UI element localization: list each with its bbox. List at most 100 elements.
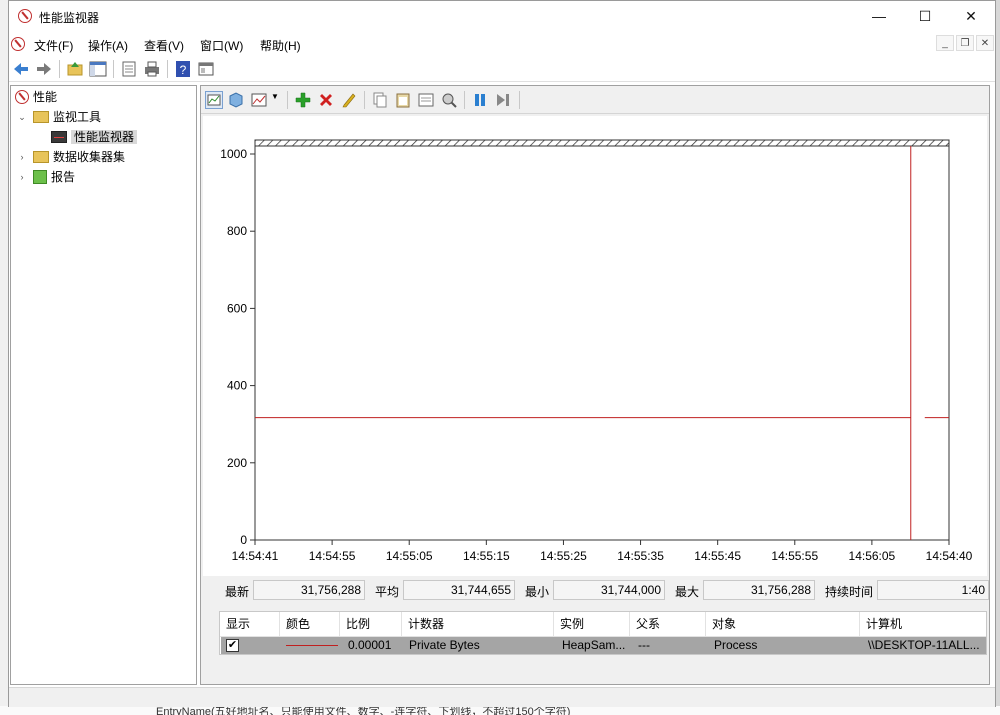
mdi-minimize-button[interactable]: _ [936, 35, 954, 51]
toolbar-separator [113, 60, 114, 78]
x-tick-label: 14:55:25 [540, 549, 587, 563]
properties-icon[interactable] [418, 92, 434, 108]
background-window-bottom: EntryName(五好地址名、只能使用文件、数字、-连字符、下划线，不超过15… [0, 706, 1000, 715]
menu-window[interactable]: 窗口(W) [200, 37, 243, 54]
tree-item-performance-monitor[interactable]: 性能监视器 [51, 128, 138, 146]
performance-icon [15, 90, 29, 104]
line-chart: 1000 800 600 400 200 0 14:54:41 14:54:55 14:55:0… [220, 139, 973, 563]
highlight-pen-icon[interactable] [341, 92, 357, 108]
mdi-restore-button[interactable]: ❐ [956, 35, 974, 51]
chevron-right-icon[interactable]: › [17, 148, 27, 166]
zoom-icon[interactable] [441, 92, 457, 108]
performance-monitor-window: 性能监视器 — ☐ ✕ 文件(F) 操作(A) 查看(V) 窗口(W) 帮助(H… [8, 0, 996, 707]
maximize-button[interactable]: ☐ [902, 1, 948, 31]
performance-monitor-toolbar: ▼ [201, 86, 989, 114]
toolbar-separator [287, 91, 288, 109]
folder-icon [33, 111, 49, 123]
help-icon[interactable]: ? [174, 60, 192, 78]
tree-item-label: 监视工具 [53, 110, 102, 124]
tree-root-performance[interactable]: 性能 [15, 88, 57, 106]
tree-item-monitoring-tools[interactable]: ⌄ 监视工具 [15, 108, 101, 126]
column-header-scale[interactable]: 比例 [340, 612, 402, 636]
title-bar: 性能监视器 — ☐ ✕ [9, 1, 995, 32]
menu-view[interactable]: 查看(V) [144, 37, 184, 54]
mdi-child-icon[interactable] [11, 37, 25, 51]
forward-arrow-icon[interactable] [35, 60, 53, 78]
minimize-button[interactable]: — [856, 1, 902, 31]
performance-monitor-icon [51, 131, 67, 143]
column-header-computer[interactable]: 计算机 [860, 612, 986, 636]
column-header-object[interactable]: 对象 [706, 612, 860, 636]
column-header-color[interactable]: 颜色 [280, 612, 340, 636]
y-tick-label: 800 [227, 224, 247, 238]
update-data-icon[interactable] [495, 92, 511, 108]
cell-parent: --- [638, 638, 650, 652]
freeze-display-icon[interactable] [472, 92, 488, 108]
toolbar-separator [464, 91, 465, 109]
add-counter-icon[interactable] [295, 92, 311, 108]
print-icon[interactable] [143, 60, 161, 78]
report-icon [33, 170, 47, 184]
view-current-activity-icon[interactable] [205, 91, 223, 109]
show-checkbox[interactable]: ✔ [226, 639, 239, 652]
counter-color-swatch [286, 645, 338, 646]
tree-root-label: 性能 [33, 90, 58, 104]
chart-top-band [254, 139, 950, 147]
stat-last-value: 31,756,288 [253, 580, 365, 600]
mdi-close-button[interactable]: ✕ [976, 35, 994, 51]
column-header-counter[interactable]: 计数器 [402, 612, 554, 636]
stat-min-value: 31,744,000 [553, 580, 665, 600]
column-header-show[interactable]: 显示 [220, 612, 280, 636]
tree-item-label: 性能监视器 [71, 130, 138, 144]
menu-bar: 文件(F) 操作(A) 查看(V) 窗口(W) 帮助(H) _ ❐ ✕ [9, 32, 995, 56]
x-tick-label: 14:54:40 [926, 549, 973, 563]
tree-item-reports[interactable]: › 报告 [15, 168, 75, 186]
column-header-parent[interactable]: 父系 [630, 612, 706, 636]
stat-last-label: 最新 [225, 585, 250, 599]
stat-duration-label: 持续时间 [825, 585, 874, 599]
menu-help[interactable]: 帮助(H) [260, 37, 301, 54]
toolbar-separator [519, 91, 520, 109]
column-header-instance[interactable]: 实例 [554, 612, 630, 636]
stat-duration-value: 1:40 [877, 580, 989, 600]
chevron-right-icon[interactable]: › [17, 168, 27, 186]
graph-area: 1000 800 600 400 200 0 14:54:41 14:54:55 14:55:0… [203, 116, 987, 576]
paste-counter-list-icon[interactable] [395, 92, 411, 108]
svg-text:?: ? [180, 63, 187, 77]
x-tick-label: 14:56:05 [849, 549, 896, 563]
counter-list: 显示 颜色 比例 计数器 实例 父系 对象 计算机 ✔ 0.00001 Priv… [219, 611, 987, 655]
menu-action[interactable]: 操作(A) [88, 37, 128, 54]
properties-icon[interactable] [120, 60, 138, 78]
view-log-data-icon[interactable] [228, 92, 244, 108]
toolbar-separator [167, 60, 168, 78]
y-tick-label: 600 [227, 301, 247, 315]
performance-app-icon [18, 9, 32, 23]
mmc-view-icon[interactable] [197, 60, 215, 78]
cell-counter: Private Bytes [409, 638, 480, 652]
cell-object: Process [714, 638, 758, 652]
menu-file[interactable]: 文件(F) [34, 37, 73, 54]
x-tick-label: 14:54:41 [232, 549, 279, 563]
cell-instance: HeapSam... [562, 638, 626, 652]
toolbar-separator [364, 91, 365, 109]
y-tick-label: 200 [227, 456, 247, 470]
change-graph-type-icon[interactable] [251, 92, 267, 108]
navigation-tree: 性能 ⌄ 监视工具 性能监视器 › 数据收集器集 › 报告 [10, 85, 197, 685]
copy-properties-icon[interactable] [372, 92, 388, 108]
close-button[interactable]: ✕ [948, 1, 994, 31]
x-tick-label: 14:55:15 [463, 549, 510, 563]
x-tick-label: 14:55:05 [386, 549, 433, 563]
cell-scale: 0.00001 [348, 638, 392, 652]
tree-item-data-collector-sets[interactable]: › 数据收集器集 [15, 148, 126, 166]
stat-average-label: 平均 [375, 585, 400, 599]
tree-item-label: 数据收集器集 [53, 150, 126, 164]
background-window-edge [996, 0, 1000, 715]
tree-item-label: 报告 [51, 170, 76, 184]
show-hide-tree-icon[interactable] [89, 60, 107, 78]
chevron-down-icon[interactable]: ⌄ [17, 108, 27, 126]
up-folder-icon[interactable] [66, 60, 84, 78]
toolbar-separator [59, 60, 60, 78]
dropdown-arrow-icon[interactable]: ▼ [271, 92, 287, 108]
delete-counter-icon[interactable] [318, 92, 334, 108]
back-arrow-icon[interactable] [12, 60, 30, 78]
